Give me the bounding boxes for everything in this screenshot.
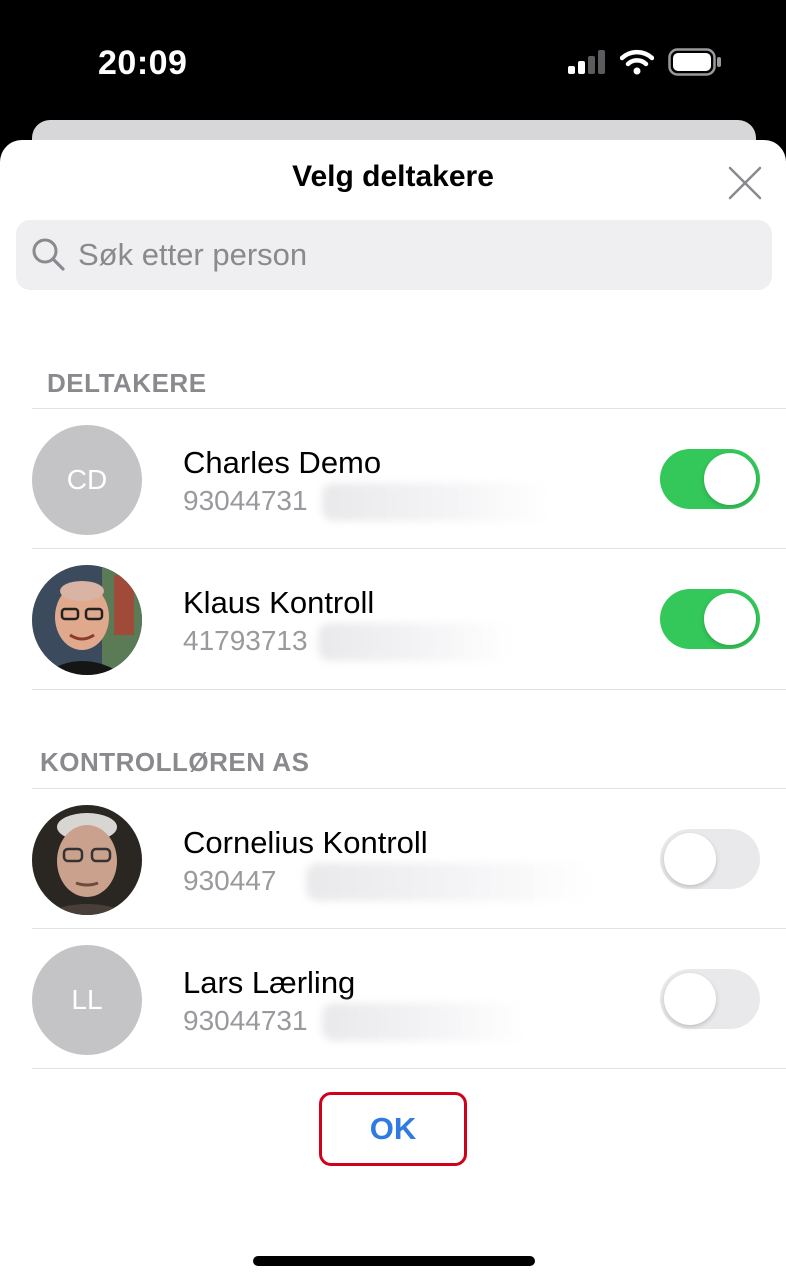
redacted-email [322, 483, 552, 521]
person-phone: 41793713 [183, 625, 308, 656]
avatar: CD [32, 425, 142, 535]
person-phone: 93044731 [183, 485, 308, 516]
participant-toggle[interactable] [660, 589, 760, 649]
person-name: Lars Lærling [183, 965, 356, 1000]
participant-toggle[interactable] [660, 449, 760, 509]
participant-toggle[interactable] [660, 829, 760, 889]
section-header-kontrolloren-as: KONTROLLØREN AS [40, 747, 310, 777]
list-item[interactable]: Cornelius Kontroll 930447 [0, 789, 786, 929]
ok-button[interactable]: OK [319, 1092, 467, 1166]
toggle-knob [704, 453, 756, 505]
participant-picker-sheet: Velg deltakere DELTAKERE CD Charles Demo… [0, 140, 786, 1282]
avatar-initials: CD [66, 464, 108, 495]
search-input[interactable] [78, 220, 758, 290]
search-bar[interactable] [16, 220, 772, 290]
person-name: Charles Demo [183, 445, 382, 480]
sheet-title: Velg deltakere [292, 160, 494, 193]
status-icons [568, 46, 722, 82]
cellular-signal-icon [568, 49, 606, 79]
redacted-email [322, 1003, 527, 1041]
avatar: LL [32, 945, 142, 1055]
redacted-email [318, 623, 513, 661]
search-icon [30, 236, 68, 274]
close-button[interactable] [724, 164, 766, 206]
status-bar: 20:09 [0, 0, 786, 120]
divider [32, 689, 786, 690]
avatar-initials: LL [71, 984, 103, 1015]
avatar-photo [32, 805, 142, 915]
avatar [32, 565, 142, 675]
person-phone: 930447 [183, 865, 277, 896]
divider [32, 1068, 786, 1069]
section-header-deltakere: DELTAKERE [47, 368, 207, 398]
toggle-knob [664, 973, 716, 1025]
person-phone: 93044731 [183, 1005, 308, 1036]
battery-icon [668, 47, 722, 81]
list-item[interactable]: Klaus Kontroll 41793713 [0, 549, 786, 689]
toggle-knob [704, 593, 756, 645]
avatar [32, 805, 142, 915]
participant-toggle[interactable] [660, 969, 760, 1029]
avatar-photo [32, 565, 142, 675]
close-icon [728, 166, 762, 205]
wifi-icon [619, 49, 655, 80]
status-time: 20:09 [98, 44, 188, 82]
home-indicator [253, 1256, 535, 1266]
list-item[interactable]: LL Lars Lærling 93044731 [0, 929, 786, 1069]
redacted-email [306, 863, 591, 901]
list-item[interactable]: CD Charles Demo 93044731 [0, 409, 786, 549]
person-name: Cornelius Kontroll [183, 825, 428, 860]
person-name: Klaus Kontroll [183, 585, 375, 620]
toggle-knob [664, 833, 716, 885]
